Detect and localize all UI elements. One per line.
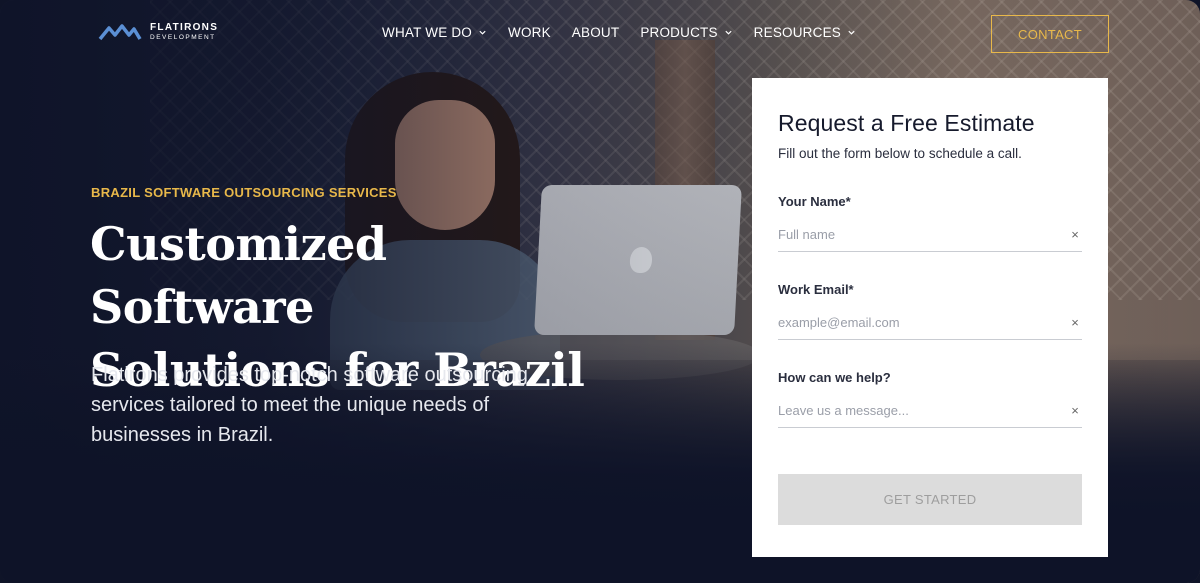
brand-name: FLATIRONS: [150, 22, 219, 33]
brand-tagline: DEVELOPMENT: [150, 34, 216, 41]
top-navigation: FLATIRONS DEVELOPMENT WHAT WE DO WORK AB…: [0, 0, 1200, 70]
chevron-down-icon: [848, 30, 855, 35]
hero-description: Flatirons provides top-notch software ou…: [91, 364, 528, 446]
nav-item-label: RESOURCES: [753, 25, 841, 40]
name-field-label: Your Name*: [778, 194, 851, 209]
form-title: Request a Free Estimate: [778, 110, 1035, 136]
nav-item-products[interactable]: PRODUCTS: [640, 25, 732, 40]
clear-icon[interactable]: ×: [1068, 227, 1082, 242]
email-field: ×: [778, 306, 1082, 340]
message-field-label: How can we help?: [778, 370, 891, 385]
message-input[interactable]: [778, 403, 1058, 418]
hero-headline-line-1: Customized Software: [90, 217, 387, 334]
nav-item-label: ABOUT: [571, 25, 620, 40]
nav-item-what-we-do[interactable]: WHAT WE DO: [382, 25, 487, 40]
chevron-down-icon: [725, 30, 732, 35]
hero-section: FLATIRONS DEVELOPMENT WHAT WE DO WORK AB…: [0, 0, 1200, 583]
email-input[interactable]: [778, 315, 1058, 330]
nav-item-label: WHAT WE DO: [382, 25, 472, 40]
contact-button[interactable]: CONTACT: [991, 15, 1109, 53]
nav-item-label: PRODUCTS: [640, 25, 718, 40]
nav-item-label: WORK: [508, 25, 551, 40]
hero-eyebrow: BRAZIL SOFTWARE OUTSOURCING SERVICES: [91, 185, 397, 200]
brand-wordmark: FLATIRONS DEVELOPMENT: [150, 23, 218, 42]
clear-icon[interactable]: ×: [1068, 403, 1082, 418]
nav-item-resources[interactable]: RESOURCES: [754, 25, 856, 40]
email-field-label: Work Email*: [778, 282, 854, 297]
message-field: ×: [778, 394, 1082, 428]
name-field: ×: [778, 218, 1082, 252]
mountain-logo-icon: [98, 24, 142, 41]
name-input[interactable]: [778, 227, 1058, 242]
nav-item-about[interactable]: ABOUT: [572, 25, 620, 40]
nav-item-work[interactable]: WORK: [508, 25, 551, 40]
form-subtitle: Fill out the form below to schedule a ca…: [778, 146, 1022, 161]
get-started-button[interactable]: GET STARTED: [778, 474, 1082, 525]
chevron-down-icon: [479, 30, 486, 35]
brand-logo[interactable]: FLATIRONS DEVELOPMENT: [98, 23, 218, 42]
clear-icon[interactable]: ×: [1068, 315, 1082, 330]
estimate-form-card: Request a Free Estimate Fill out the for…: [752, 78, 1108, 557]
main-menu: WHAT WE DO WORK ABOUT PRODUCTS RESOURCES: [382, 25, 877, 40]
